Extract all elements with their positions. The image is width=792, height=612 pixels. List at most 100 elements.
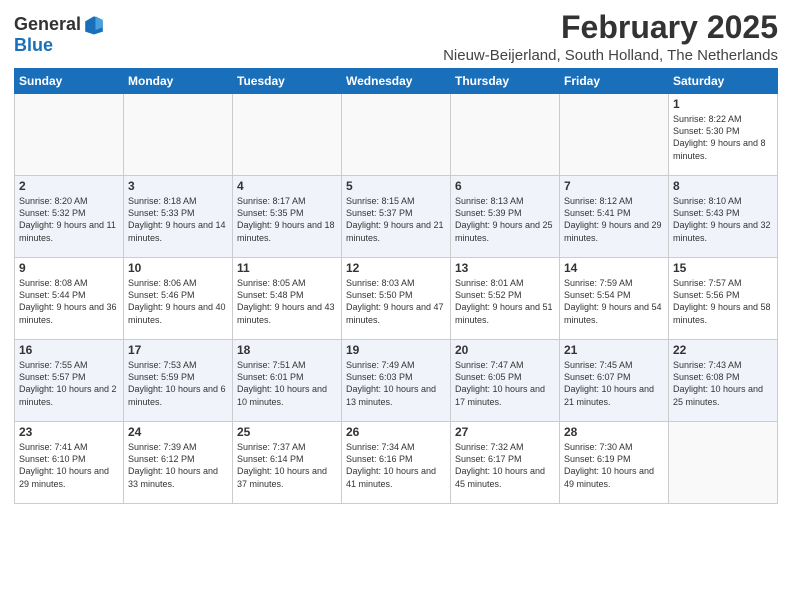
table-row: 5Sunrise: 8:15 AM Sunset: 5:37 PM Daylig…	[342, 176, 451, 258]
day-number: 9	[19, 261, 119, 275]
table-row: 25 Sunrise: 7:37 AM Sunset: 6:14 PM Dayli…	[233, 422, 342, 504]
day-number: 26	[346, 425, 446, 439]
table-row: 20 Sunrise: 7:47 AM Sunset: 6:05 PM Dayli…	[451, 340, 560, 422]
day-info: Sunrise: 7:45 AM Sunset: 6:07 PM Dayligh…	[564, 359, 664, 408]
day-number: 18	[237, 343, 337, 357]
day-number: 21	[564, 343, 664, 357]
day-info: Sunrise: 8:05 AM Sunset: 5:48 PM Dayligh…	[237, 277, 337, 326]
day-info: Sunrise: 7:39 AM Sunset: 6:12 PM Dayligh…	[128, 441, 228, 490]
day-number: 20	[455, 343, 555, 357]
table-row	[233, 94, 342, 176]
table-row	[124, 94, 233, 176]
table-row: 11 Sunrise: 8:05 AM Sunset: 5:48 PM Dayli…	[233, 258, 342, 340]
day-info: Sunrise: 8:18 AM Sunset: 5:33 PM Dayligh…	[128, 195, 228, 244]
header-tuesday: Tuesday	[233, 69, 342, 94]
day-number: 23	[19, 425, 119, 439]
logo-blue: Blue	[14, 36, 105, 56]
day-info: Sunrise: 8:20 AM Sunset: 5:32 PM Dayligh…	[19, 195, 119, 244]
day-number: 11	[237, 261, 337, 275]
table-row: 2 Sunrise: 8:20 AM Sunset: 5:32 PM Daylig…	[15, 176, 124, 258]
day-number: 25	[237, 425, 337, 439]
table-row	[451, 94, 560, 176]
day-number: 14	[564, 261, 664, 275]
day-info: Sunrise: 7:53 AM Sunset: 5:59 PM Dayligh…	[128, 359, 228, 408]
table-row: 22 Sunrise: 7:43 AM Sunset: 6:08 PM Dayli…	[669, 340, 778, 422]
header: General Blue February 2025 Nieuw-Beijerl…	[14, 10, 778, 64]
day-info: Sunrise: 7:49 AM Sunset: 6:03 PM Dayligh…	[346, 359, 446, 408]
header-thursday: Thursday	[451, 69, 560, 94]
table-row: 12Sunrise: 8:03 AM Sunset: 5:50 PM Dayli…	[342, 258, 451, 340]
day-number: 4	[237, 179, 337, 193]
day-number: 17	[128, 343, 228, 357]
table-row: 16 Sunrise: 7:55 AM Sunset: 5:57 PM Dayli…	[15, 340, 124, 422]
day-info: Sunrise: 7:43 AM Sunset: 6:08 PM Dayligh…	[673, 359, 773, 408]
day-number: 6	[455, 179, 555, 193]
day-number: 8	[673, 179, 773, 193]
day-number: 2	[19, 179, 119, 193]
day-info: Sunrise: 7:55 AM Sunset: 5:57 PM Dayligh…	[19, 359, 119, 408]
logo-general: General	[14, 15, 81, 35]
page: General Blue February 2025 Nieuw-Beijerl…	[0, 0, 792, 612]
day-info: Sunrise: 7:30 AM Sunset: 6:19 PM Dayligh…	[564, 441, 664, 490]
day-info: Sunrise: 7:37 AM Sunset: 6:14 PM Dayligh…	[237, 441, 337, 490]
day-info: Sunrise: 7:59 AM Sunset: 5:54 PM Dayligh…	[564, 277, 664, 326]
day-number: 15	[673, 261, 773, 275]
logo-icon	[83, 14, 105, 36]
day-number: 5	[346, 179, 446, 193]
day-number: 24	[128, 425, 228, 439]
logo: General Blue	[14, 14, 105, 56]
table-row: 14 Sunrise: 7:59 AM Sunset: 5:54 PM Dayli…	[560, 258, 669, 340]
table-row: 28 Sunrise: 7:30 AM Sunset: 6:19 PM Dayli…	[560, 422, 669, 504]
header-wednesday: Wednesday	[342, 69, 451, 94]
day-info: Sunrise: 8:17 AM Sunset: 5:35 PM Dayligh…	[237, 195, 337, 244]
table-row	[15, 94, 124, 176]
header-friday: Friday	[560, 69, 669, 94]
title-area: February 2025 Nieuw-Beijerland, South Ho…	[443, 10, 778, 64]
table-row: 17 Sunrise: 7:53 AM Sunset: 5:59 PM Dayli…	[124, 340, 233, 422]
day-number: 7	[564, 179, 664, 193]
day-info: Sunrise: 8:01 AM Sunset: 5:52 PM Dayligh…	[455, 277, 555, 326]
month-title: February 2025	[443, 10, 778, 45]
table-row: 19 Sunrise: 7:49 AM Sunset: 6:03 PM Dayli…	[342, 340, 451, 422]
day-number: 16	[19, 343, 119, 357]
day-number: 12	[346, 261, 446, 275]
day-info: Sunrise: 7:32 AM Sunset: 6:17 PM Dayligh…	[455, 441, 555, 490]
table-row: 24 Sunrise: 7:39 AM Sunset: 6:12 PM Dayli…	[124, 422, 233, 504]
table-row: 9 Sunrise: 8:08 AM Sunset: 5:44 PM Daylig…	[15, 258, 124, 340]
day-info: Sunrise: 7:57 AM Sunset: 5:56 PM Dayligh…	[673, 277, 773, 326]
header-saturday: Saturday	[669, 69, 778, 94]
table-row	[669, 422, 778, 504]
day-number: 3	[128, 179, 228, 193]
table-row: 26 Sunrise: 7:34 AM Sunset: 6:16 PM Dayli…	[342, 422, 451, 504]
calendar: Sunday Monday Tuesday Wednesday Thursday…	[14, 68, 778, 504]
day-info: Sunrise: 7:41 AM Sunset: 6:10 PM Dayligh…	[19, 441, 119, 490]
table-row: 8Sunrise: 8:10 AM Sunset: 5:43 PM Daylig…	[669, 176, 778, 258]
day-info: Sunrise: 8:22 AM Sunset: 5:30 PM Dayligh…	[673, 113, 773, 162]
table-row: 1Sunrise: 8:22 AM Sunset: 5:30 PM Daylig…	[669, 94, 778, 176]
table-row	[560, 94, 669, 176]
location-title: Nieuw-Beijerland, South Holland, The Net…	[443, 47, 778, 64]
day-info: Sunrise: 7:34 AM Sunset: 6:16 PM Dayligh…	[346, 441, 446, 490]
day-number: 19	[346, 343, 446, 357]
table-row: 6 Sunrise: 8:13 AM Sunset: 5:39 PM Daylig…	[451, 176, 560, 258]
day-info: Sunrise: 8:06 AM Sunset: 5:46 PM Dayligh…	[128, 277, 228, 326]
table-row: 21 Sunrise: 7:45 AM Sunset: 6:07 PM Dayli…	[560, 340, 669, 422]
table-row: 15 Sunrise: 7:57 AM Sunset: 5:56 PM Dayli…	[669, 258, 778, 340]
table-row: 3 Sunrise: 8:18 AM Sunset: 5:33 PM Daylig…	[124, 176, 233, 258]
day-number: 10	[128, 261, 228, 275]
day-info: Sunrise: 8:13 AM Sunset: 5:39 PM Dayligh…	[455, 195, 555, 244]
day-number: 22	[673, 343, 773, 357]
day-info: Sunrise: 8:08 AM Sunset: 5:44 PM Dayligh…	[19, 277, 119, 326]
table-row: 27Sunrise: 7:32 AM Sunset: 6:17 PM Dayli…	[451, 422, 560, 504]
header-monday: Monday	[124, 69, 233, 94]
table-row: 18 Sunrise: 7:51 AM Sunset: 6:01 PM Dayli…	[233, 340, 342, 422]
calendar-header-row: Sunday Monday Tuesday Wednesday Thursday…	[15, 69, 778, 94]
day-info: Sunrise: 7:51 AM Sunset: 6:01 PM Dayligh…	[237, 359, 337, 408]
table-row: 7 Sunrise: 8:12 AM Sunset: 5:41 PM Daylig…	[560, 176, 669, 258]
day-info: Sunrise: 8:12 AM Sunset: 5:41 PM Dayligh…	[564, 195, 664, 244]
day-info: Sunrise: 7:47 AM Sunset: 6:05 PM Dayligh…	[455, 359, 555, 408]
table-row: 10 Sunrise: 8:06 AM Sunset: 5:46 PM Dayli…	[124, 258, 233, 340]
day-number: 28	[564, 425, 664, 439]
table-row: 23 Sunrise: 7:41 AM Sunset: 6:10 PM Dayli…	[15, 422, 124, 504]
table-row: 13Sunrise: 8:01 AM Sunset: 5:52 PM Dayli…	[451, 258, 560, 340]
